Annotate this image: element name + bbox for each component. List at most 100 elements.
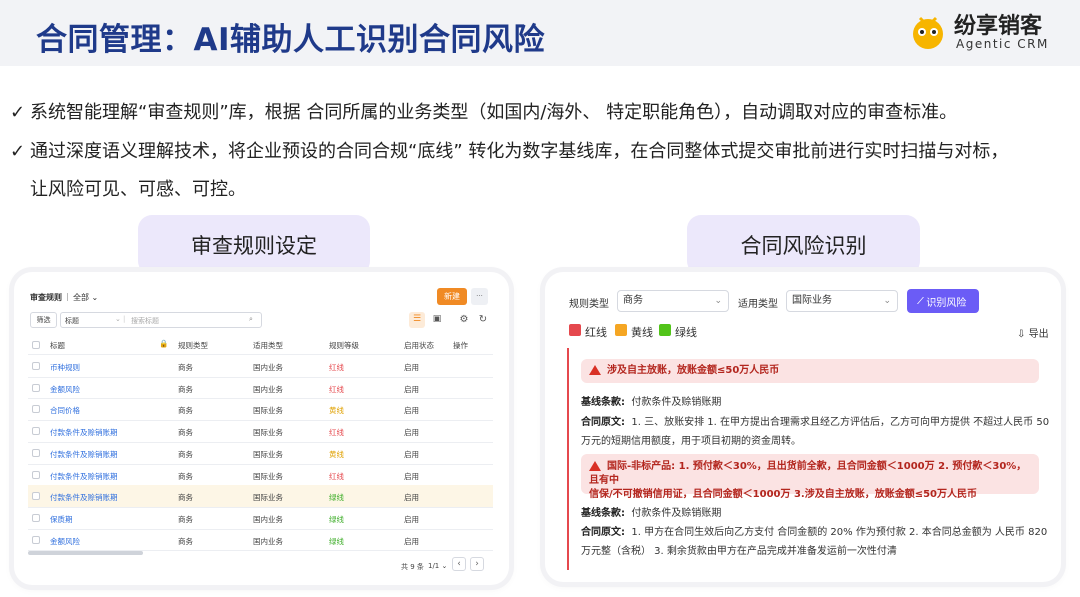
- filter-button[interactable]: 筛选: [30, 312, 57, 328]
- horizontal-scrollbar[interactable]: [28, 551, 143, 555]
- prev-page-button[interactable]: ‹: [452, 557, 466, 571]
- page-number: 1/1: [428, 562, 440, 570]
- green-line-swatch: [659, 324, 671, 336]
- row-rule-type: 商务: [178, 449, 193, 459]
- table-row[interactable]: 付款条件及赊销账期 商务 国际业务 绿线 启用: [28, 485, 493, 507]
- identify-risk-label: 识别风险: [926, 297, 967, 309]
- page-indicator[interactable]: 1/1 ⌄: [428, 562, 447, 570]
- export-button[interactable]: ⇩ 导出: [1017, 325, 1049, 340]
- field-select[interactable]: 标题: [65, 316, 79, 326]
- row-title[interactable]: 金额风险: [50, 384, 80, 395]
- page-title: 合同管理：AI辅助人工识别合同风险: [36, 22, 546, 58]
- scope-label: 全部: [73, 293, 89, 302]
- row-rule-type: 商务: [178, 363, 193, 372]
- row-checkbox[interactable]: [32, 513, 40, 522]
- logo-subtitle: Agentic CRM: [956, 37, 1049, 51]
- row-apply-type: 国内业务: [253, 514, 283, 524]
- next-page-button[interactable]: ›: [470, 557, 484, 571]
- table-row[interactable]: 币种规则 商务 国内业务 红线 启用: [28, 355, 493, 377]
- row-level: 红线: [329, 471, 344, 481]
- clause-label: 基线条款:: [581, 508, 625, 519]
- rule-type-select[interactable]: 商务 ⌄: [617, 290, 729, 312]
- row-title[interactable]: 合同价格: [50, 405, 80, 416]
- row-status: 启用: [404, 536, 419, 546]
- row-level: 红线: [329, 384, 344, 394]
- chevron-down-icon: ⌄: [91, 293, 99, 302]
- row-checkbox[interactable]: [32, 405, 40, 414]
- risk-banner: 涉及自主放账，放账金额≤50万人民币: [581, 359, 1039, 383]
- apply-type-select[interactable]: 国际业务 ⌄: [786, 290, 898, 312]
- search-input[interactable]: 搜索标题: [131, 316, 159, 326]
- new-button[interactable]: 新建: [437, 288, 467, 305]
- rule-type-label: 规则类型: [569, 299, 609, 310]
- more-button[interactable]: ···: [471, 288, 488, 305]
- rule-type-value: 商务: [623, 295, 643, 306]
- table-row[interactable]: 保质期 商务 国内业务 绿线 启用: [28, 507, 493, 529]
- row-rule-type: 商务: [178, 406, 193, 416]
- row-rule-type: 商务: [178, 428, 193, 438]
- row-level: 绿线: [329, 493, 344, 503]
- row-rule-type: 商务: [178, 493, 193, 503]
- settings-icon[interactable]: ⚙: [457, 312, 471, 328]
- export-label: 导出: [1028, 329, 1049, 340]
- row-checkbox[interactable]: [32, 535, 40, 544]
- row-level: 黄线: [329, 406, 344, 416]
- original-label: 合同原文:: [581, 527, 625, 538]
- row-checkbox[interactable]: [32, 448, 40, 457]
- search-icon[interactable]: ⌕: [249, 315, 253, 324]
- original-value: 1. 甲方在合同生效后向乙方支付 合同金额的 20% 作为预付款 2. 本合同总…: [631, 527, 1048, 538]
- row-checkbox[interactable]: [32, 492, 40, 501]
- original-text: 合同原文: 1. 甲方在合同生效后向乙方支付 合同金额的 20% 作为预付款 2…: [581, 523, 1047, 538]
- row-checkbox[interactable]: [32, 362, 40, 370]
- table-row[interactable]: 付款条件及赊销账期 商务 国际业务 红线 启用: [28, 420, 493, 442]
- table-header: 标题 🔒 规则类型 适用类型 规则等级 启用状态 操作: [28, 336, 493, 354]
- panel-title: 审查规则: [30, 293, 62, 302]
- identify-risk-button[interactable]: ⁄ 识别风险: [907, 289, 979, 313]
- row-level: 绿线: [329, 514, 344, 524]
- row-status: 启用: [404, 471, 419, 481]
- row-apply-type: 国际业务: [253, 493, 283, 503]
- col-action: 操作: [453, 341, 468, 350]
- row-level: 红线: [329, 428, 344, 438]
- table-row[interactable]: 付款条件及赊销账期 商务 国际业务 红线 启用: [28, 464, 493, 486]
- row-checkbox[interactable]: [32, 427, 40, 436]
- check-icon: ✓: [10, 141, 26, 162]
- row-level: 绿线: [329, 536, 344, 546]
- original-text-cont: 万元整（含税） 3. 剩余货款由甲方在产品完成并准备发运前一次性付清: [581, 546, 897, 557]
- row-status: 启用: [404, 514, 419, 524]
- row-title[interactable]: 付款条件及赊销账期: [50, 427, 118, 438]
- row-title[interactable]: 付款条件及赊销账期: [50, 449, 118, 460]
- row-title[interactable]: 币种规则: [50, 362, 80, 373]
- col-rule-type: 规则类型: [178, 341, 208, 350]
- row-status: 启用: [404, 428, 419, 438]
- header-bar: 合同管理：AI辅助人工识别合同风险 纷享销客 Agentic CRM: [0, 0, 1080, 66]
- row-title[interactable]: 保质期: [50, 514, 73, 525]
- warning-icon: [589, 365, 601, 375]
- table-row[interactable]: 金额风险 商务 国内业务 红线 启用: [28, 377, 493, 399]
- scope-dropdown[interactable]: 全部 ⌄: [73, 292, 98, 303]
- card-view-icon[interactable]: ▣: [429, 312, 445, 328]
- red-line-swatch: [569, 324, 581, 336]
- section-label-rules: 审查规则设定: [138, 215, 370, 275]
- bullet-2-continuation: 让风险可见、可感、可控。: [30, 179, 246, 200]
- search-box: 标题 ⌄ | 搜索标题 ⌕: [60, 312, 262, 328]
- row-title[interactable]: 金额风险: [50, 536, 80, 547]
- row-apply-type: 国际业务: [253, 449, 283, 459]
- table-row[interactable]: 付款条件及赊销账期 商务 国际业务 黄线 启用: [28, 442, 493, 464]
- table-row[interactable]: 合同价格 商务 国际业务 黄线 启用: [28, 398, 493, 420]
- row-title[interactable]: 付款条件及赊销账期: [50, 471, 118, 482]
- row-rule-type: 商务: [178, 536, 193, 546]
- risk-title: 涉及自主放账，放账金额≤50万人民币: [607, 365, 780, 376]
- legend-green: 绿线: [675, 326, 697, 339]
- row-checkbox[interactable]: [32, 470, 40, 479]
- table-row[interactable]: 金额风险 商务 国内业务 绿线 启用: [28, 529, 493, 551]
- original-text-cont: 万元的短期信用额度，用于项目初期的资金周转。: [581, 436, 801, 447]
- row-title[interactable]: 付款条件及赊销账期: [50, 492, 118, 503]
- refresh-icon[interactable]: ↻: [476, 312, 490, 328]
- select-all-checkbox[interactable]: [32, 341, 40, 349]
- list-view-icon[interactable]: ☰: [409, 312, 425, 328]
- original-text: 合同原文: 1. 三、放账安排 1. 在甲方提出合理需求且经乙方评估后，乙方可向…: [581, 413, 1049, 428]
- row-checkbox[interactable]: [32, 383, 40, 392]
- row-status: 启用: [404, 493, 419, 503]
- apply-type-value: 国际业务: [792, 295, 832, 306]
